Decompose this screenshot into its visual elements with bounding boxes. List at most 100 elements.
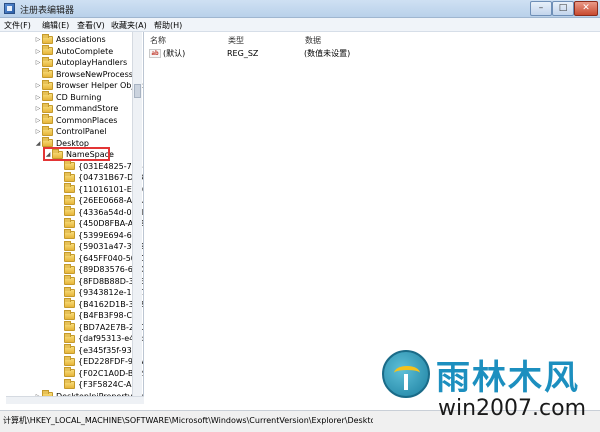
folder-icon [64,206,75,216]
watermark-brand-en: win2007.com [438,396,587,421]
close-button[interactable]: ✕ [574,1,598,16]
folder-icon [64,355,75,366]
expand-arrow-icon[interactable]: ◢ [34,140,42,147]
tree-item-label: Associations [56,35,106,44]
tree-item-label: CommonPlaces [56,115,118,125]
menu-view[interactable]: 查看(V) [77,20,105,31]
tree-item[interactable]: {daf95313-e44d [56,332,143,344]
column-header-type[interactable]: 类型 [228,35,244,46]
expand-arrow-icon[interactable]: ▷ [34,48,42,55]
tree-item[interactable]: ▷ Browser Helper Object [34,79,144,91]
tree-vertical-scrollbar[interactable] [132,32,142,404]
folder-icon [64,194,75,205]
expand-arrow-icon[interactable]: ▷ [34,82,42,89]
tree-item[interactable]: {89D83576-6BD [56,263,143,275]
tree-item[interactable]: ▷ ControlPanel [34,125,107,137]
title-bar[interactable]: 注册表编辑器 – □ ✕ [0,0,600,18]
folder-icon [42,79,53,90]
menu-favorites[interactable]: 收藏夹(A) [111,20,147,31]
umbrella-emblem-icon [382,350,430,398]
expand-arrow-icon[interactable]: ▷ [34,128,42,135]
folder-icon [64,321,75,331]
value-name: (默认) [163,49,186,58]
minimize-button[interactable]: – [530,1,552,16]
folder-icon [64,171,75,182]
folder-icon [64,275,75,285]
tree-item[interactable]: {26EE0668-A00A [56,194,143,206]
folder-icon [64,378,75,389]
value-data: (数值未设置) [304,49,351,58]
folder-icon [42,45,53,55]
value-row[interactable]: ab (默认) REG_SZ (数值未设置) [149,48,589,59]
tree-item[interactable]: ▷ CD Burning [34,91,101,103]
folder-icon [64,217,75,228]
watermark-logo: 雨林木风 win2007.com [382,330,598,430]
folder-icon [42,91,53,101]
tree-item[interactable]: {B4162D1B-3B2 [56,298,143,310]
folder-icon [64,332,75,343]
tree-item[interactable]: {8FD8B88D-30E [56,275,143,287]
folder-icon [42,125,53,136]
tree-item[interactable]: ▷ CommonPlaces [34,114,118,126]
expand-arrow-icon[interactable]: ▷ [34,94,42,101]
tree-item[interactable]: {BD7A2E7B-21C [56,321,143,333]
tree-item[interactable]: {4336a54d-038b [56,206,143,218]
tree-item[interactable]: {F3F5824C-AD5 [56,378,143,390]
window-title: 注册表编辑器 [20,6,75,16]
tree-item-label: Browser Helper Object [56,81,144,90]
tree-item[interactable]: {59031a47-3f72 [56,240,143,252]
tree-item-label: CommandStore [56,104,119,113]
maximize-button[interactable]: □ [552,1,574,16]
tree-item[interactable]: ▷ AutoplayHandlers [34,56,128,68]
tree-item[interactable]: {5399E694-6CE5 [56,229,143,241]
folder-icon [64,240,75,251]
expand-arrow-icon[interactable]: ▷ [34,59,42,66]
folder-icon [42,137,53,147]
tree-item[interactable]: ▷ Associations [34,33,106,45]
menu-file[interactable]: 文件(F) [4,20,31,31]
tree-item[interactable]: {031E4825-7B94 [56,160,143,172]
watermark-brand-cn: 雨林木风 [436,358,580,398]
tree-item[interactable]: {e345f35f-9397 [56,344,142,356]
tree-item-label: AutoComplete [56,46,114,56]
tree-item[interactable]: ▷ AutoComplete [34,45,114,57]
namespace-highlight-annotation [43,147,110,161]
tree-item-label: AutoplayHandlers [56,58,128,67]
tree-item-label: ControlPanel [56,127,107,136]
tree-item[interactable]: {645FF040-5081 [56,252,143,264]
tree-item[interactable]: {450D8FBA-AD2 [56,217,143,229]
registry-tree[interactable]: ▷ Associations ▷ AutoComplete ▷ AutoplayHandl… [6,32,144,404]
expand-arrow-icon[interactable]: ▷ [34,36,42,43]
menu-help[interactable]: 帮助(H) [154,20,182,31]
folder-icon [42,56,53,67]
status-path: 计算机\HKEY_LOCAL_MACHINE\SOFTWARE\Microsof… [3,416,373,425]
expand-arrow-icon[interactable]: ▷ [34,117,42,124]
tree-horizontal-scrollbar[interactable] [6,396,144,404]
tree-item[interactable]: {F02C1A0D-BE2 [56,367,143,379]
folder-icon [42,102,53,113]
tree-item[interactable]: {04731B67-D933 [56,171,143,183]
folder-icon [64,344,75,354]
folder-icon [64,367,75,377]
column-header-data[interactable]: 数据 [305,35,321,46]
menu-bar: 文件(F) 编辑(E) 查看(V) 收藏夹(A) 帮助(H) [0,18,600,32]
column-header-name[interactable]: 名称 [150,35,166,46]
folder-icon [64,183,75,193]
menu-edit[interactable]: 编辑(E) [42,20,69,31]
expand-arrow-icon[interactable]: ▷ [34,105,42,112]
tree-item[interactable]: {B4FB3F98-C1E [56,309,142,321]
folder-icon [64,286,75,297]
folder-icon [64,298,75,308]
tree-item[interactable]: {9343812e-1c37 [56,286,143,298]
tree-item-label: BrowseNewProcess [56,69,133,79]
tree-item[interactable]: BrowseNewProcess [34,68,133,80]
value-type: REG_SZ [227,49,259,58]
tree-item[interactable]: {11016101-E366 [56,183,143,195]
folder-icon [64,160,75,170]
folder-icon [42,114,53,124]
folder-icon [64,309,75,320]
string-value-icon: ab [149,49,161,58]
tree-item[interactable]: {ED228FDF-9EA [56,355,143,367]
tree-item[interactable]: ▷ CommandStore [34,102,119,114]
tree-scroll-thumb[interactable] [134,84,141,98]
